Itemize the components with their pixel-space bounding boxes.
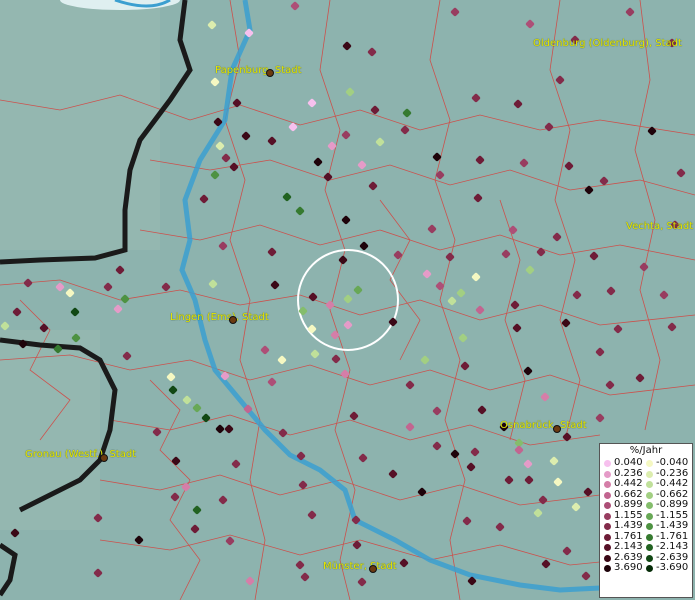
legend-swatch-negative <box>646 523 653 530</box>
city-label-muenster: Münster, Stadt <box>323 561 397 572</box>
legend-row: 1.439 -1.439 <box>600 520 692 532</box>
city-label-papenburg: Papenburg, Stadt <box>215 65 302 76</box>
legend-title: %/Jahr <box>629 445 663 456</box>
legend-value-positive: 0.899 <box>614 499 643 510</box>
legend-value-positive: 0.040 <box>614 457 643 468</box>
legend-swatch-positive <box>604 481 611 488</box>
legend-value-positive: 2.143 <box>614 541 643 552</box>
legend-row: 2.143 -2.143 <box>600 541 692 553</box>
legend-swatch-positive <box>604 554 611 562</box>
legend-value-positive: 1.439 <box>614 520 643 531</box>
legend-value-negative: -2.143 <box>656 541 689 552</box>
legend-row: 3.690 -3.690 <box>600 562 692 574</box>
legend-swatch-negative <box>646 491 653 499</box>
legend: %/Jahr 0.040 -0.040 0.236 -0.236 0.442 -0.442… <box>599 443 693 598</box>
legend-swatch-negative <box>646 460 653 467</box>
legend-swatch-negative <box>646 512 653 520</box>
legend-value-negative: -1.439 <box>656 520 689 531</box>
legend-swatch-positive <box>604 502 611 509</box>
map-canvas <box>0 0 695 600</box>
legend-row: 0.040 -0.040 <box>600 457 692 469</box>
legend-row: 0.899 -0.899 <box>600 499 692 511</box>
legend-row: 0.442 -0.442 <box>600 478 692 490</box>
legend-swatch-negative <box>646 533 653 541</box>
legend-swatch-negative <box>646 554 653 562</box>
city-marker-osnabrueck <box>553 425 561 433</box>
city-marker-gronau <box>100 454 108 462</box>
legend-swatch-positive <box>604 533 611 541</box>
legend-swatch-positive <box>604 512 611 520</box>
city-marker-muenster <box>369 565 377 573</box>
legend-value-positive: 3.690 <box>614 562 643 573</box>
legend-value-negative: -3.690 <box>656 562 689 573</box>
map-view[interactable]: Oldenburg (Oldenburg), Stadt Papenburg, … <box>0 0 695 600</box>
legend-swatch-positive <box>604 544 611 551</box>
city-marker-papenburg <box>266 69 274 77</box>
city-marker-lingen <box>229 316 237 324</box>
legend-swatch-negative <box>646 470 653 478</box>
legend-swatch-positive <box>604 523 611 530</box>
legend-value-positive: 0.442 <box>614 478 643 489</box>
legend-value-negative: -0.899 <box>656 499 689 510</box>
city-label-gronau: Gronau (Westf.), Stadt <box>25 449 137 460</box>
legend-value-negative: -0.442 <box>656 478 689 489</box>
legend-swatch-negative <box>646 481 653 488</box>
city-label-oldenburg: Oldenburg (Oldenburg), Stadt <box>533 38 682 49</box>
legend-value-negative: -0.040 <box>656 457 689 468</box>
legend-swatch-negative <box>646 544 653 551</box>
legend-swatch-negative <box>646 502 653 509</box>
legend-swatch-negative <box>646 565 653 572</box>
city-label-vechta: Vechta, Stadt <box>626 221 694 232</box>
legend-rows: 0.040 -0.040 0.236 -0.236 0.442 -0.442 0.662 -0… <box>600 457 692 574</box>
city-label-osnabrueck: Osnabrück, Stadt <box>500 420 587 431</box>
legend-swatch-positive <box>604 491 611 499</box>
legend-swatch-positive <box>604 565 611 572</box>
legend-swatch-positive <box>604 460 611 467</box>
legend-swatch-positive <box>604 470 611 478</box>
city-label-lingen: Lingen (Ems), Stadt <box>170 312 269 323</box>
